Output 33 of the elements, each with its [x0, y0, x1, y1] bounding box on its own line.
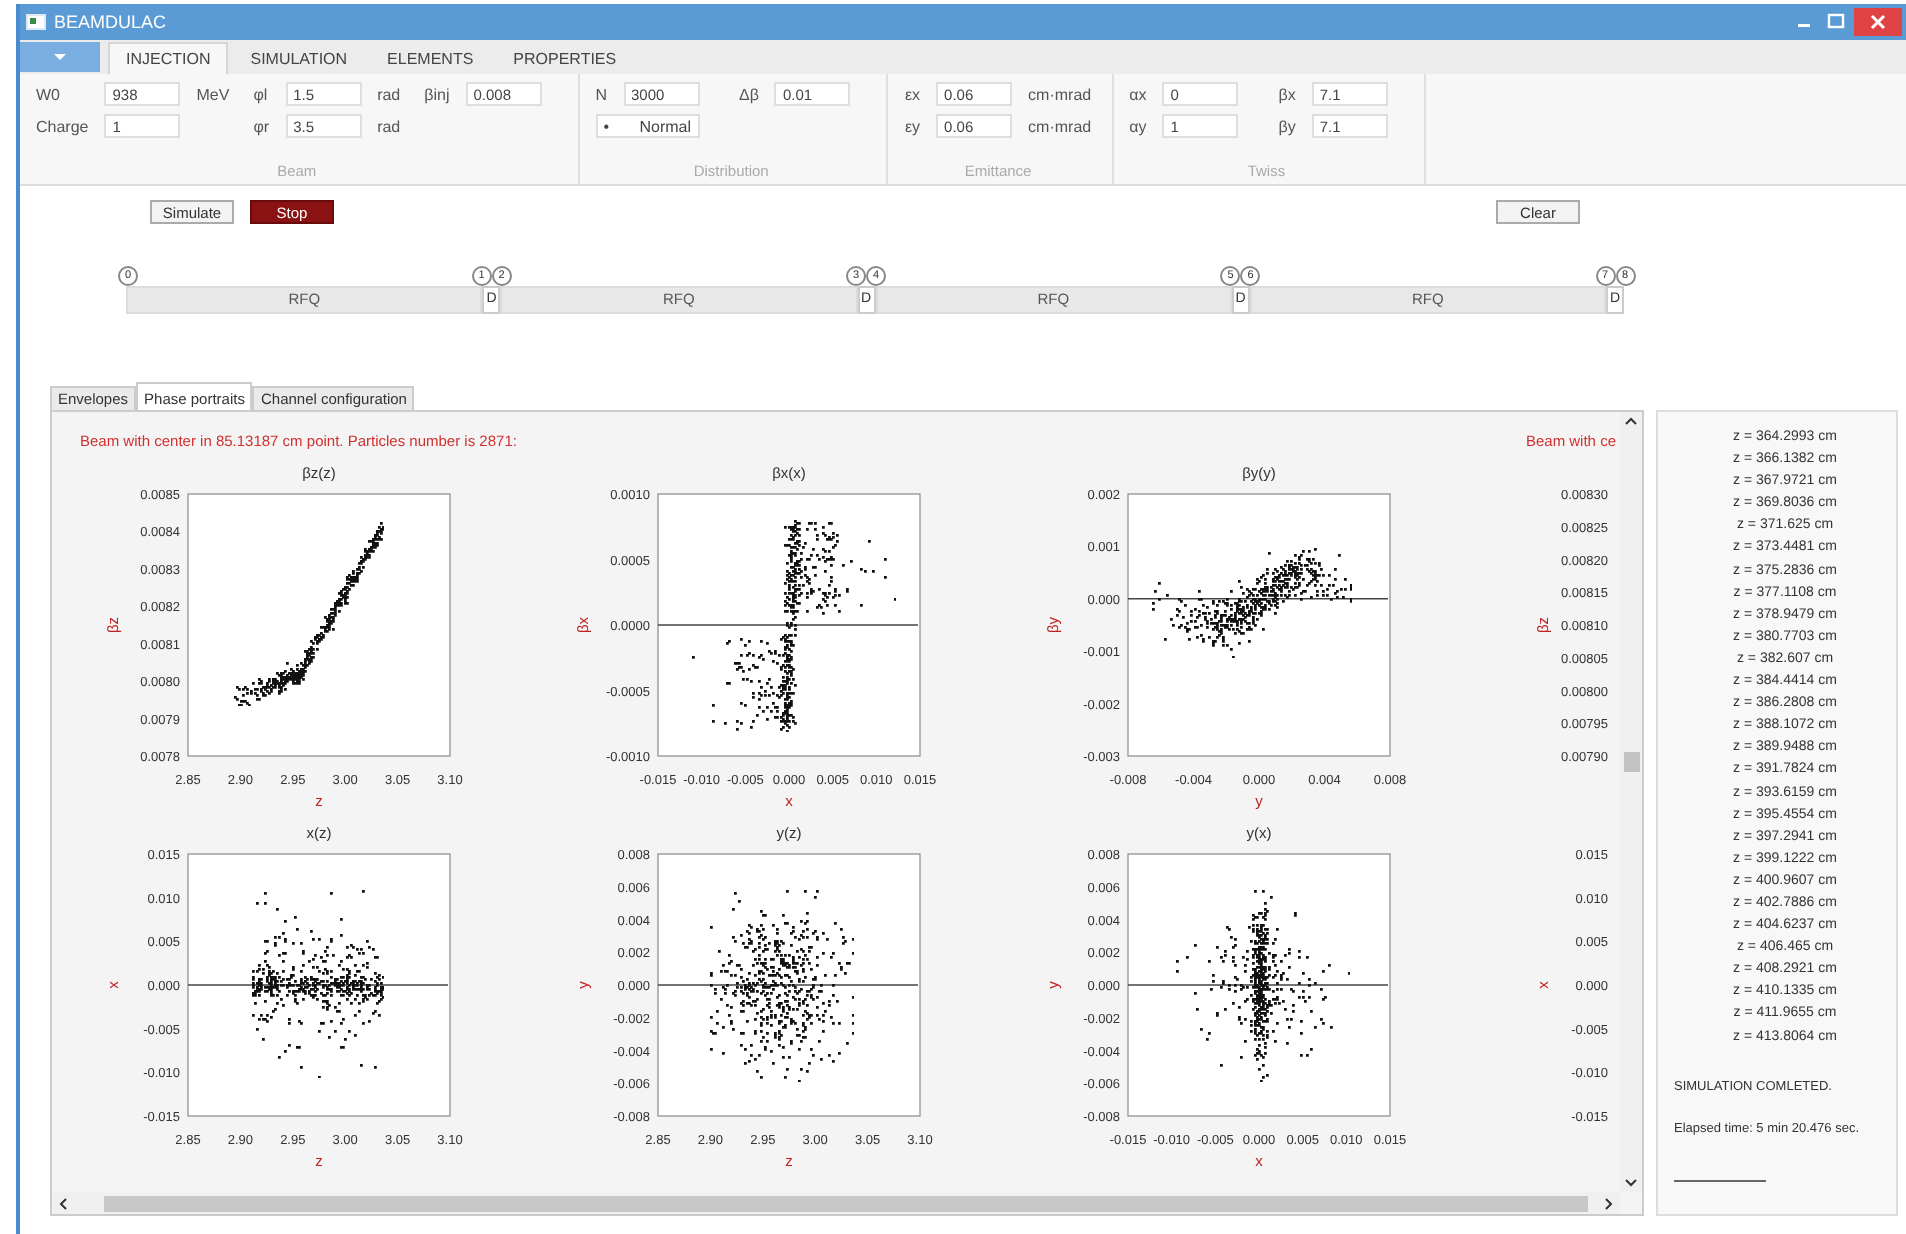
field-label: φl — [253, 85, 270, 103]
field-label: βy — [1278, 117, 1296, 135]
field-label: αy — [1129, 117, 1147, 135]
scrollbar-thumb[interactable] — [104, 1195, 1588, 1211]
menu-tab[interactable]: PROPERTIES — [495, 42, 635, 74]
scrollbar-thumb[interactable] — [1623, 752, 1639, 772]
unit-label: rad — [377, 85, 401, 103]
field-label: W0 — [36, 85, 62, 103]
horizontal-scrollbar[interactable] — [52, 1192, 1620, 1214]
app-icon — [26, 14, 46, 30]
field-label: N — [595, 85, 608, 103]
field-label: εx — [904, 85, 921, 103]
field-label: Δβ — [739, 85, 759, 103]
window-title: BEAMDULAC — [54, 12, 167, 32]
close-icon — [1870, 14, 1886, 30]
menu-tab[interactable]: INJECTION — [108, 42, 229, 74]
maximize-icon[interactable] — [1822, 10, 1850, 34]
field-label: αx — [1129, 85, 1147, 103]
unit-label: MeV — [196, 85, 230, 103]
unit-label: rad — [377, 117, 401, 135]
field-label: εy — [904, 117, 921, 135]
field-label: Charge — [36, 117, 89, 135]
dropdown[interactable]: • Normal — [595, 114, 700, 138]
vertical-scrollbar[interactable] — [1620, 412, 1642, 1192]
caret-icon — [54, 53, 66, 61]
field-label: βinj — [424, 85, 450, 103]
unit-label: cm·mrad — [1028, 85, 1092, 103]
menu-tab[interactable]: SIMULATION — [232, 42, 366, 74]
menu-tab[interactable]: ELEMENTS — [369, 42, 492, 74]
unit-label: cm·mrad — [1028, 117, 1092, 135]
close-button[interactable] — [1854, 8, 1902, 36]
field-label: βx — [1278, 85, 1296, 103]
field-label: φr — [253, 117, 270, 135]
